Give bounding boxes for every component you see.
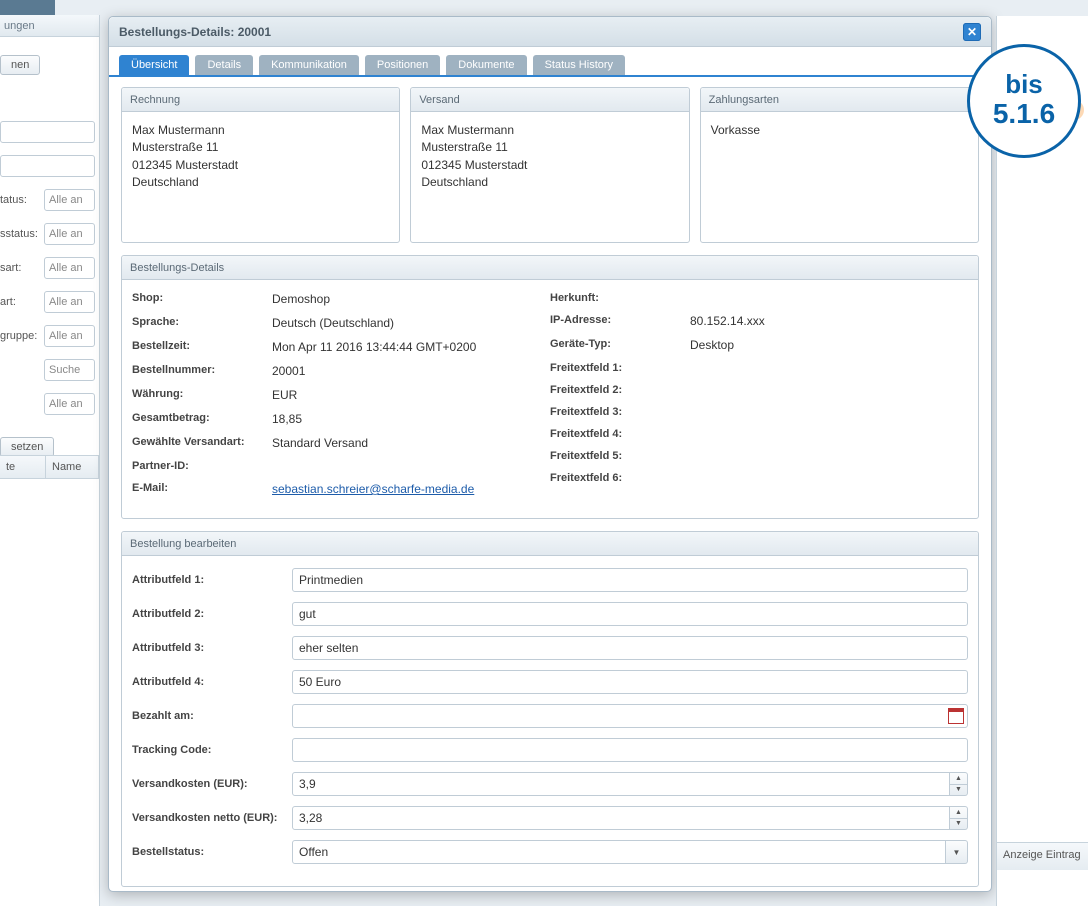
- rechnung-country: Deutschland: [132, 174, 389, 191]
- lbl-gruppe: gruppe:: [0, 330, 44, 342]
- v-betrag: 18,85: [272, 412, 550, 426]
- order-details-dialog: Bestellungs-Details: 20001 ✕ Übersicht D…: [108, 16, 992, 892]
- rechnung-city: 012345 Musterstadt: [132, 157, 389, 174]
- version-badge: bis 5.1.6: [967, 44, 1081, 158]
- v-bestellnr: 20001: [272, 364, 550, 378]
- tab-status-history[interactable]: Status History: [533, 55, 625, 75]
- input-tracking[interactable]: [292, 738, 968, 762]
- panel-versand: Versand Max Mustermann Musterstraße 11 0…: [410, 87, 689, 243]
- btn-nen[interactable]: nen: [0, 55, 40, 75]
- versand-name: Max Mustermann: [421, 122, 678, 139]
- filter-alle[interactable]: Alle an: [44, 393, 95, 415]
- v-sprache: Deutsch (Deutschland): [272, 316, 550, 330]
- lbl-tatus: tatus:: [0, 194, 44, 206]
- right-footer: Anzeige Eintrag: [997, 842, 1088, 870]
- input-attr2[interactable]: [292, 602, 968, 626]
- input-vk[interactable]: [292, 772, 950, 796]
- versand-city: 012345 Musterstadt: [421, 157, 678, 174]
- v-geraet: Desktop: [690, 338, 968, 352]
- badge-l2: 5.1.6: [993, 97, 1055, 131]
- left-sidebar: ungen nen tatus: Alle an sstatus: Alle a…: [0, 15, 100, 906]
- chevron-up-icon: ▲: [950, 773, 967, 785]
- top-dark-bar: [0, 0, 55, 15]
- input-vkn[interactable]: [292, 806, 950, 830]
- input-attr1[interactable]: [292, 568, 968, 592]
- grid-h-te[interactable]: te: [0, 456, 46, 478]
- section-edit: Bestellung bearbeiten Attributfeld 1: At…: [121, 531, 979, 887]
- calendar-icon[interactable]: [948, 708, 964, 724]
- chevron-up-icon: ▲: [950, 807, 967, 819]
- input-bezahlt[interactable]: [292, 704, 968, 728]
- filter-sstatus[interactable]: Alle an: [44, 223, 95, 245]
- rechnung-street: Musterstraße 11: [132, 139, 389, 156]
- rechnung-name: Max Mustermann: [132, 122, 389, 139]
- btn-setzen[interactable]: setzen: [0, 437, 54, 457]
- chevron-down-icon[interactable]: ▼: [946, 840, 968, 864]
- input-attr3[interactable]: [292, 636, 968, 660]
- spinner-vk[interactable]: ▲▼: [950, 772, 968, 796]
- tab-details[interactable]: Details: [195, 55, 253, 75]
- filter-tatus[interactable]: Alle an: [44, 189, 95, 211]
- panel-rechnung: Rechnung Max Mustermann Musterstraße 11 …: [121, 87, 400, 243]
- grid-header: te Name: [0, 455, 99, 479]
- input-attr4[interactable]: [292, 670, 968, 694]
- tab-uebersicht[interactable]: Übersicht: [119, 55, 189, 75]
- chevron-down-icon: ▼: [950, 819, 967, 830]
- left-header: ungen: [0, 15, 99, 37]
- v-email[interactable]: sebastian.schreier@scharfe-media.de: [272, 482, 474, 496]
- filter-empty-1[interactable]: [0, 121, 95, 143]
- section-details: Bestellungs-Details Shop:Demoshop Sprach…: [121, 255, 979, 519]
- tab-positionen[interactable]: Positionen: [365, 55, 440, 75]
- section-edit-h: Bestellung bearbeiten: [122, 532, 978, 556]
- filter-sart[interactable]: Alle an: [44, 257, 95, 279]
- filter-art[interactable]: Alle an: [44, 291, 95, 313]
- panel-versand-h: Versand: [411, 88, 688, 112]
- filter-suche[interactable]: Suche: [44, 359, 95, 381]
- v-shop: Demoshop: [272, 292, 550, 306]
- chevron-down-icon: ▼: [950, 785, 967, 796]
- lbl-sart: sart:: [0, 262, 44, 274]
- versand-street: Musterstraße 11: [421, 139, 678, 156]
- v-waehrung: EUR: [272, 388, 550, 402]
- close-icon[interactable]: ✕: [963, 23, 981, 41]
- lbl-art: art:: [0, 296, 44, 308]
- filter-gruppe[interactable]: Alle an: [44, 325, 95, 347]
- v-ip: 80.152.14.xxx: [690, 314, 968, 328]
- dialog-title: Bestellungs-Details: 20001: [119, 17, 271, 47]
- filter-empty-2[interactable]: [0, 155, 95, 177]
- badge-l1: bis: [1005, 71, 1043, 97]
- v-bestellzeit: Mon Apr 11 2016 13:44:44 GMT+0200: [272, 340, 550, 354]
- panel-zahlung-h: Zahlungsarten: [701, 88, 978, 112]
- spinner-vkn[interactable]: ▲▼: [950, 806, 968, 830]
- v-versandart: Standard Versand: [272, 436, 550, 450]
- zahlung-val: Vorkasse: [711, 122, 968, 139]
- section-details-h: Bestellungs-Details: [122, 256, 978, 280]
- panel-zahlung: Zahlungsarten Vorkasse: [700, 87, 979, 243]
- select-status[interactable]: [292, 840, 946, 864]
- lbl-sstatus: sstatus:: [0, 228, 44, 240]
- tab-kommunikation[interactable]: Kommunikation: [259, 55, 359, 75]
- tab-dokumente[interactable]: Dokumente: [446, 55, 526, 75]
- grid-h-name[interactable]: Name: [46, 456, 99, 478]
- panel-rechnung-h: Rechnung: [122, 88, 399, 112]
- tab-bar: Übersicht Details Kommunikation Position…: [109, 47, 991, 77]
- versand-country: Deutschland: [421, 174, 678, 191]
